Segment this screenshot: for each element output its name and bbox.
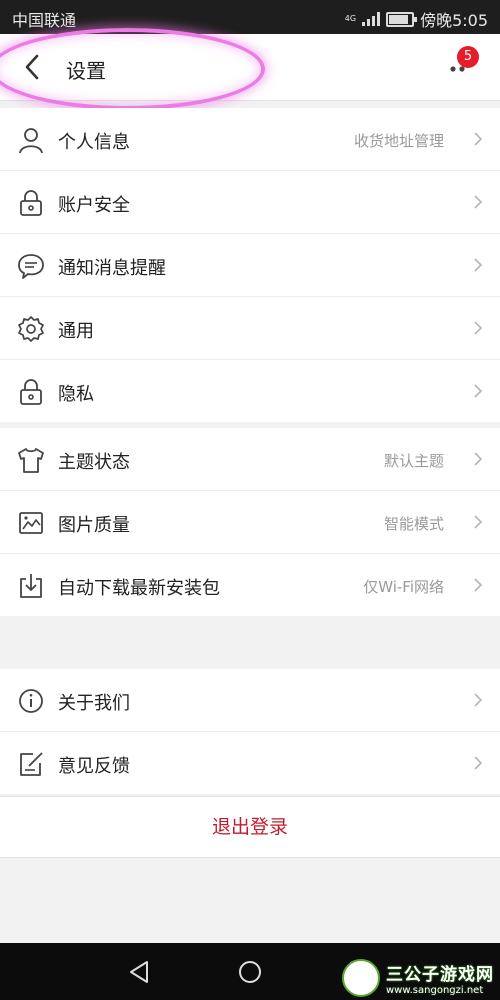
logout-button[interactable]: 退出登录 <box>0 796 500 858</box>
chat-bubble-icon <box>18 254 44 279</box>
chevron-right-icon <box>474 515 483 529</box>
watermark-url: www.sangongzi.net <box>386 985 484 996</box>
chevron-right-icon <box>474 452 483 466</box>
person-icon <box>19 128 43 154</box>
row-value: 智能模式 <box>383 515 444 533</box>
row-value: 收货地址管理 <box>353 132 444 150</box>
top-bar: 设置 5 <box>0 34 500 101</box>
gear-icon <box>18 316 44 342</box>
settings-group-account: 个人信息 收货地址管理 账户安全 通知消息提醒 通用 隐私 <box>0 108 500 422</box>
carrier-name: 中国联通 <box>12 11 77 30</box>
clock: 傍晚5:05 <box>420 11 488 30</box>
row-general[interactable]: 通用 <box>0 297 500 360</box>
row-value: 仅Wi-Fi网络 <box>363 578 444 596</box>
row-value: 默认主题 <box>383 452 444 470</box>
back-arrow-icon[interactable] <box>18 52 48 82</box>
watermark-logo-icon <box>342 959 380 997</box>
row-label: 通知消息提醒 <box>58 258 166 279</box>
row-theme[interactable]: 主题状态 默认主题 <box>0 428 500 491</box>
chevron-right-icon <box>474 693 483 707</box>
tshirt-icon <box>18 448 44 473</box>
page-title: 设置 <box>66 59 106 83</box>
signal-icon <box>362 12 381 26</box>
lock-icon <box>20 190 42 216</box>
chevron-right-icon <box>474 132 483 146</box>
row-label: 个人信息 <box>58 132 130 153</box>
info-icon <box>19 689 43 713</box>
row-image-quality[interactable]: 图片质量 智能模式 <box>0 491 500 554</box>
row-label: 自动下载最新安装包 <box>58 578 220 599</box>
chevron-right-icon <box>474 578 483 592</box>
row-label: 关于我们 <box>58 693 130 714</box>
chevron-right-icon <box>474 258 483 272</box>
site-watermark: 三公子游戏网 www.sangongzi.net <box>342 956 500 1000</box>
chevron-right-icon <box>474 321 483 335</box>
chevron-right-icon <box>474 384 483 398</box>
nav-home-icon[interactable] <box>235 957 265 987</box>
row-label: 意见反馈 <box>58 756 130 777</box>
row-privacy[interactable]: 隐私 <box>0 360 500 422</box>
chevron-right-icon <box>474 756 483 770</box>
row-about-us[interactable]: 关于我们 <box>0 669 500 732</box>
row-label: 通用 <box>58 321 94 342</box>
row-account-security[interactable]: 账户安全 <box>0 171 500 234</box>
status-bar: 中国联通 4G 傍晚5:05 <box>0 0 500 34</box>
battery-icon <box>386 11 418 27</box>
row-label: 隐私 <box>58 384 94 405</box>
download-icon <box>20 574 42 598</box>
network-type: 4G <box>344 14 357 23</box>
row-notifications[interactable]: 通知消息提醒 <box>0 234 500 297</box>
watermark-name: 三公子游戏网 <box>386 965 494 985</box>
row-feedback[interactable]: 意见反馈 <box>0 732 500 794</box>
settings-group-about: 关于我们 意见反馈 <box>0 669 500 794</box>
feedback-edit-icon <box>20 752 43 776</box>
row-auto-download[interactable]: 自动下载最新安装包 仅Wi-Fi网络 <box>0 554 500 616</box>
row-label: 账户安全 <box>58 195 130 216</box>
row-personal-info[interactable]: 个人信息 收货地址管理 <box>0 108 500 171</box>
row-label: 图片质量 <box>58 515 130 536</box>
row-label: 主题状态 <box>58 452 130 473</box>
nav-back-icon[interactable] <box>125 957 155 987</box>
image-icon <box>19 512 43 534</box>
notification-badge: 5 <box>457 46 479 68</box>
lock-icon <box>20 379 42 405</box>
chevron-right-icon <box>474 195 483 209</box>
settings-group-display: 主题状态 默认主题 图片质量 智能模式 自动下载最新安装包 仅Wi-Fi网络 <box>0 428 500 616</box>
